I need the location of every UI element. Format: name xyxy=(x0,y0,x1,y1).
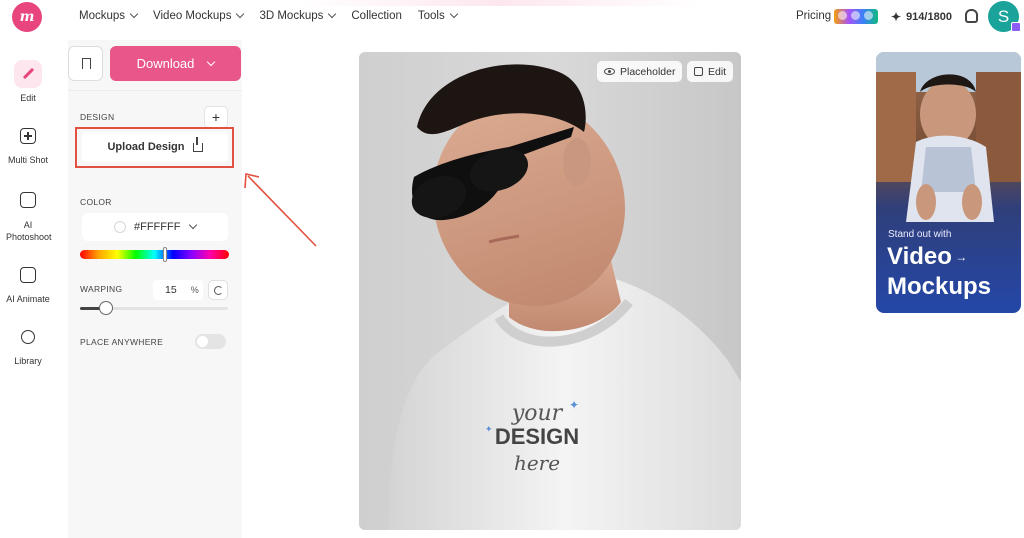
chevron-down-icon xyxy=(129,9,139,19)
pricing-link[interactable]: Pricing xyxy=(796,10,831,22)
placeholder-button[interactable]: Placeholder xyxy=(597,61,683,82)
promo-title: Video → Mockups xyxy=(887,242,991,301)
badge-dot xyxy=(838,11,847,20)
sidebar-item-label: Multi Shot xyxy=(7,155,49,165)
nav-item-tools[interactable]: Tools xyxy=(417,9,458,22)
bookmark-icon xyxy=(82,58,91,69)
design-section-label: DESIGN xyxy=(80,112,115,122)
nav-item-mockups[interactable]: Mockups xyxy=(79,9,139,22)
design-text-your: your xyxy=(511,401,564,426)
refresh-icon xyxy=(214,286,223,295)
sidebar-item-multi-shot[interactable]: Multi Shot xyxy=(0,122,56,165)
design-text-here: here xyxy=(514,451,560,475)
nav-item-video-mockups[interactable]: Video Mockups xyxy=(153,9,245,22)
bookmark-button[interactable] xyxy=(68,46,103,81)
warping-value: 15 xyxy=(165,284,177,296)
mockup-canvas[interactable]: your DESIGN here ✦ ✦ xyxy=(359,52,741,530)
credits-value: 914/1800 xyxy=(906,11,952,23)
pencil-icon xyxy=(14,60,42,88)
promo-subtitle: Stand out with xyxy=(888,229,952,240)
upload-design-button[interactable]: Upload Design xyxy=(82,132,228,162)
hue-slider-handle[interactable] xyxy=(163,247,167,262)
nav-label: Tools xyxy=(417,10,445,22)
chevron-down-icon xyxy=(328,9,337,19)
nav-item-3d-mockups[interactable]: 3D Mockups xyxy=(259,9,337,22)
warping-input[interactable]: 15 % xyxy=(153,280,203,300)
place-anywhere-label: PLACE ANYWHERE xyxy=(80,337,164,347)
add-design-button[interactable]: + xyxy=(204,106,228,128)
divider xyxy=(68,90,242,91)
avatar[interactable]: S xyxy=(988,1,1021,32)
download-label: Download xyxy=(136,56,195,71)
sidebar-item-label: Library xyxy=(14,356,42,366)
sidebar-item-label: Edit xyxy=(20,93,36,103)
annotation-arrow xyxy=(244,173,317,247)
warping-label: WARPING xyxy=(80,284,123,294)
place-anywhere-toggle[interactable] xyxy=(195,334,226,349)
hue-slider[interactable] xyxy=(80,250,229,259)
sparkle-icon: ✦ xyxy=(485,424,493,434)
ghost-icon[interactable] xyxy=(965,9,978,23)
chevron-down-icon xyxy=(189,220,198,230)
sidebar-item-library[interactable]: Library xyxy=(0,323,56,366)
download-button[interactable]: Download xyxy=(110,46,241,81)
upload-design-label: Upload Design xyxy=(107,141,185,153)
warping-unit: % xyxy=(190,285,199,295)
nav-label: Video Mockups xyxy=(153,10,232,22)
sidebar-item-ai-animate[interactable]: AI Animate xyxy=(0,261,56,304)
edit-photo-button[interactable]: Edit xyxy=(687,61,734,82)
badge-dot xyxy=(851,11,860,20)
avatar-initial: S xyxy=(997,7,1010,26)
badge-dot xyxy=(864,11,873,20)
chevron-down-icon xyxy=(449,9,458,19)
color-value: #FFFFFF xyxy=(134,221,181,233)
sparkle-icon: ✦ xyxy=(891,10,902,24)
chevron-down-icon xyxy=(236,9,245,19)
main-nav: Mockups Video Mockups 3D Mockups Collect… xyxy=(79,9,458,22)
chevron-down-icon xyxy=(207,57,216,66)
model-photo: your DESIGN here ✦ ✦ xyxy=(389,64,741,530)
arrow-right-icon: → xyxy=(951,250,968,265)
color-section-label: COLOR xyxy=(80,197,112,207)
nav-label: Mockups xyxy=(79,10,126,22)
placeholder-label: Placeholder xyxy=(620,65,676,78)
edit-icon xyxy=(694,67,703,76)
sidebar-item-label: AI Animate xyxy=(6,294,50,304)
upload-icon xyxy=(192,136,203,152)
color-swatch xyxy=(114,221,126,233)
ai-animate-icon xyxy=(14,261,42,289)
toggle-knob xyxy=(197,336,208,347)
promo-title-line2: Mockups xyxy=(887,273,992,301)
pricing-badge-icon[interactable] xyxy=(834,9,878,24)
library-icon xyxy=(14,323,42,351)
app-logo[interactable]: m xyxy=(12,2,42,32)
color-select[interactable]: #FFFFFF xyxy=(82,213,228,241)
promo-title-line1: Video xyxy=(887,243,952,270)
nav-label: Collection xyxy=(351,10,402,22)
nav-item-collection[interactable]: Collection xyxy=(351,10,402,22)
eye-icon xyxy=(604,68,615,75)
top-glow xyxy=(300,0,700,6)
ai-photoshoot-icon xyxy=(14,186,42,214)
design-text-design: DESIGN xyxy=(495,424,579,449)
sidebar-item-ai-photoshoot[interactable]: AI Photoshoot xyxy=(0,186,56,243)
reset-warping-button[interactable] xyxy=(208,280,228,300)
sidebar-item-label: AI Photoshoot xyxy=(6,220,52,242)
sparkle-icon: ✦ xyxy=(569,398,579,412)
avatar-badge-icon xyxy=(1011,22,1021,32)
sidebar-item-edit[interactable]: Edit xyxy=(0,60,56,103)
multi-shot-icon xyxy=(14,122,42,150)
warping-slider-handle[interactable] xyxy=(99,301,113,315)
nav-label: 3D Mockups xyxy=(259,10,324,22)
credits-counter[interactable]: ✦ 914/1800 xyxy=(891,10,952,24)
edit-label: Edit xyxy=(708,65,727,78)
